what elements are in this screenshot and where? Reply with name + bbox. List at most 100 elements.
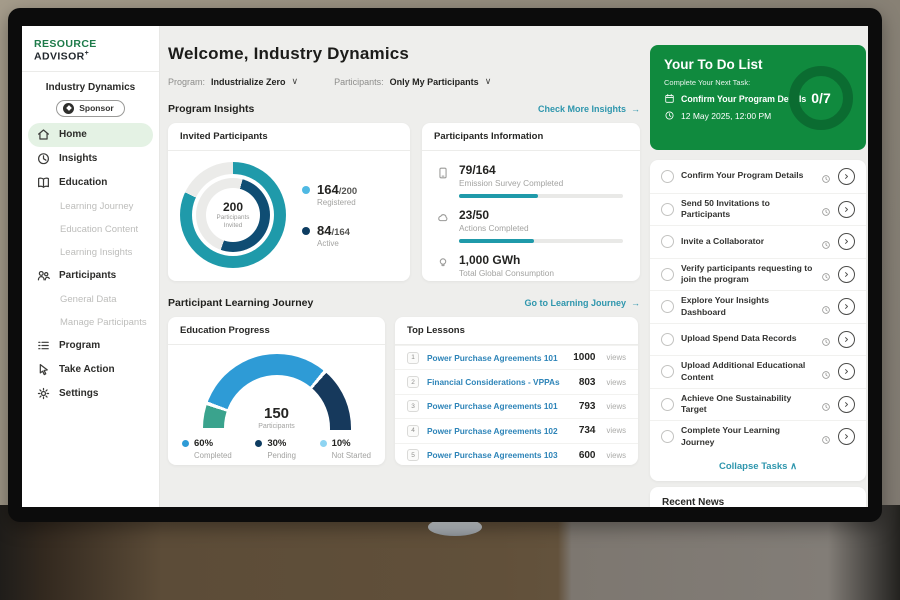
task-checkbox[interactable] (661, 268, 674, 281)
task-open-button[interactable] (838, 168, 855, 185)
clock-icon (821, 432, 831, 442)
task-open-button[interactable] (838, 266, 855, 283)
chevron-down-icon: ∨ (292, 76, 299, 87)
todo-progress-value: 0/7 (811, 90, 830, 106)
task-row: Invite a Collaborator (650, 225, 866, 258)
lesson-link[interactable]: Power Purchase Agreements 103 (427, 450, 571, 460)
arrow-right-icon: → (631, 104, 640, 114)
participants-dropdown[interactable]: Participants: Only My Participants ∨ (334, 76, 491, 87)
arrow-right-icon: → (631, 298, 640, 308)
clock-icon (821, 237, 831, 247)
task-checkbox[interactable] (661, 203, 674, 216)
sidebar-item-education[interactable]: Education (22, 171, 159, 195)
clock-icon (821, 302, 831, 312)
task-row: Verify participants requesting to join t… (650, 258, 866, 291)
rank-badge: 3 (407, 400, 419, 412)
program-dropdown[interactable]: Program: Industrialize Zero ∨ (168, 76, 298, 87)
sidebar-item-education-content[interactable]: Education Content (22, 218, 159, 241)
gauge-center-value: 150 (203, 406, 351, 421)
section-title: Program Insights (168, 103, 254, 115)
education-gauge-chart: 150 Participants (203, 354, 351, 430)
sidebar-item-participants[interactable]: Participants (22, 264, 159, 288)
sidebar-nav: Home Insights Education Learning Journey… (22, 123, 159, 406)
clock-icon (821, 269, 831, 279)
clock-icon (821, 367, 831, 377)
task-checkbox[interactable] (661, 170, 674, 183)
check-more-insights-link[interactable]: Check More Insights → (538, 104, 640, 114)
task-open-button[interactable] (838, 396, 855, 413)
rank-badge: 1 (407, 352, 419, 364)
task-open-button[interactable] (838, 233, 855, 250)
sidebar-item-manage-participants[interactable]: Manage Participants (22, 311, 159, 334)
sidebar-item-learning-journey[interactable]: Learning Journey (22, 195, 159, 218)
task-checkbox[interactable] (661, 235, 674, 248)
donut-center-value: 200 (223, 200, 243, 214)
progress-track (459, 194, 623, 198)
task-checkbox[interactable] (661, 430, 674, 443)
lesson-row: 3 Power Purchase Agreements 101 793views (395, 394, 638, 418)
rank-badge: 5 (407, 449, 419, 461)
go-to-learning-journey-link[interactable]: Go to Learning Journey → (524, 298, 640, 308)
task-row: Explore Your Insights Dashboard (650, 290, 866, 323)
book-icon (36, 175, 51, 190)
task-checkbox[interactable] (661, 300, 674, 313)
progress-fill (459, 239, 534, 243)
task-open-button[interactable] (838, 331, 855, 348)
lesson-link[interactable]: Financial Considerations - VPPAs (427, 377, 571, 387)
sidebar-item-settings[interactable]: Settings (22, 382, 159, 406)
gauge-legend: 60% Completed 30% Pending 10% Not Starte… (168, 430, 385, 460)
insights-cards-row: Invited Participants 200 Participants In… (168, 123, 640, 281)
sidebar-item-home[interactable]: Home (28, 123, 153, 147)
cursor-action-icon (36, 362, 51, 377)
lesson-link[interactable]: Power Purchase Agreements 101 (427, 353, 565, 363)
task-row: Confirm Your Program Details (650, 160, 866, 193)
sidebar-item-learning-insights[interactable]: Learning Insights (22, 241, 159, 264)
clock-icon (821, 204, 831, 214)
card-title: Invited Participants (168, 123, 410, 151)
participants-information-card: Participants Information 79/164 Emission… (422, 123, 640, 281)
card-title: Education Progress (168, 317, 385, 345)
card-title: Participants Information (422, 123, 640, 151)
recent-news-card: Recent News (650, 487, 866, 508)
recent-news-title: Recent News (662, 497, 854, 508)
clock-icon (821, 399, 831, 409)
sidebar-item-program[interactable]: Program (22, 334, 159, 358)
insights-icon (36, 151, 51, 166)
progress-fill (459, 194, 538, 198)
lesson-link[interactable]: Power Purchase Agreements 101 (427, 401, 571, 411)
rank-badge: 4 (407, 425, 419, 437)
learning-journey-header: Participant Learning Journey Go to Learn… (168, 297, 640, 309)
chevron-down-icon: ∨ (485, 76, 492, 87)
sidebar-item-take-action[interactable]: Take Action (22, 358, 159, 382)
task-row: Achieve One Sustainability Target (650, 388, 866, 421)
collapse-tasks-link[interactable]: Collapse Tasks ∧ (650, 453, 866, 481)
task-open-button[interactable] (838, 201, 855, 218)
task-checkbox[interactable] (661, 398, 674, 411)
lesson-row: 5 Power Purchase Agreements 103 600views (395, 443, 638, 465)
legend-item-pending: 30% Pending (255, 438, 296, 460)
task-open-button[interactable] (838, 428, 855, 445)
bulb-icon (436, 256, 450, 270)
app-window: RESOURCE ADVISOR+ Industry Dynamics Spon… (22, 26, 868, 507)
lesson-link[interactable]: Power Purchase Agreements 102 (427, 426, 571, 436)
legend-item-active: 84/164 Active (302, 223, 357, 248)
filters-row: Program: Industrialize Zero ∨ Participan… (168, 76, 640, 87)
gauge-center-label: Participants (203, 423, 351, 430)
rank-badge: 2 (407, 376, 419, 388)
task-checkbox[interactable] (661, 333, 674, 346)
invited-donut-chart: 200 Participants Invited (180, 162, 286, 268)
sidebar-item-insights[interactable]: Insights (22, 147, 159, 171)
program-insights-header: Program Insights Check More Insights → (168, 103, 640, 115)
main-content: Welcome, Industry Dynamics Program: Indu… (168, 26, 640, 465)
task-open-button[interactable] (838, 298, 855, 315)
legend-dot (302, 227, 310, 235)
org-name: Industry Dynamics (22, 82, 159, 93)
task-open-button[interactable] (838, 363, 855, 380)
todo-hero-card: Your To Do List Complete Your Next Task:… (650, 45, 866, 150)
app-logo: RESOURCE ADVISOR+ (22, 26, 159, 72)
calendar-icon (664, 93, 675, 104)
sidebar-item-general-data[interactable]: General Data (22, 288, 159, 311)
task-checkbox[interactable] (661, 365, 674, 378)
legend-dot (255, 440, 262, 447)
logo-plus: + (85, 50, 90, 57)
